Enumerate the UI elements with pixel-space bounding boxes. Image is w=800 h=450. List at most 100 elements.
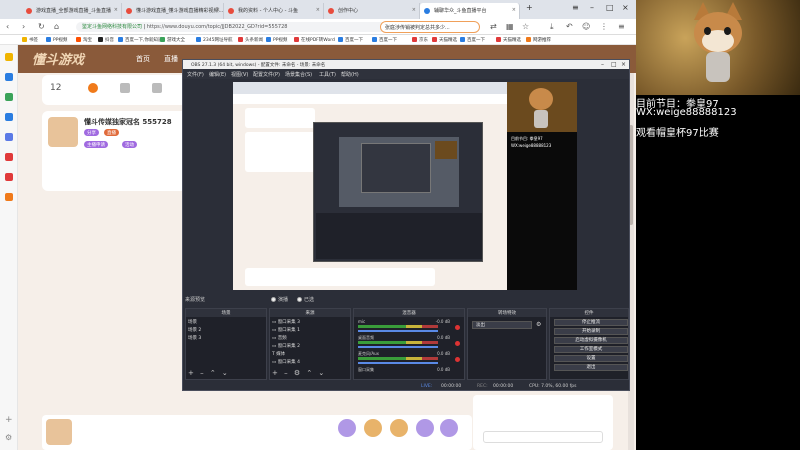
exit-button[interactable]: 退出 — [554, 364, 628, 371]
close-icon[interactable]: × — [114, 7, 118, 13]
bookmark-item[interactable]: 在线PDF转Word — [294, 37, 335, 43]
bookmark-item[interactable]: 淘宝 — [76, 37, 92, 43]
minimize-icon[interactable]: – — [601, 61, 604, 68]
bookmark-item[interactable]: 2345网址导航 — [196, 37, 232, 43]
mode-radio-selected[interactable]: 已选 — [297, 296, 314, 303]
bookmark-item[interactable]: 天猫精选 — [496, 37, 521, 43]
bookmark-item[interactable]: 抖音 — [98, 37, 114, 43]
source-controls[interactable]: + – ⚙ ⌃ ⌄ — [272, 369, 326, 377]
wechat-icon[interactable] — [5, 93, 13, 101]
share-icon[interactable] — [152, 83, 162, 93]
badge-apply[interactable]: 主播申请 — [84, 141, 108, 148]
mail-icon[interactable] — [5, 133, 13, 141]
obs-menu-item[interactable]: 编辑(E) — [209, 71, 226, 78]
obs-menu-item[interactable]: 帮助(H) — [341, 71, 359, 78]
source-item[interactable]: ▭ 音频 — [272, 335, 287, 341]
add-icon[interactable]: + — [5, 415, 13, 425]
bookmark-item[interactable]: 百度一下 — [460, 37, 485, 43]
game-icon[interactable] — [5, 113, 13, 121]
nav-live[interactable]: 直播 — [164, 54, 178, 64]
bookmark-item[interactable]: 百度一下 — [372, 37, 397, 43]
menu-icon[interactable]: ≡ — [572, 3, 579, 12]
shop-icon[interactable] — [5, 193, 13, 201]
reload-icon[interactable]: ↻ — [38, 22, 45, 31]
close-icon[interactable]: × — [412, 7, 416, 13]
obs-menu-item[interactable]: 场景集合(S) — [285, 71, 312, 78]
scene-item[interactable]: 场景 2 — [188, 327, 201, 333]
bookmark-item[interactable]: 头条新闻 — [238, 37, 263, 43]
mute-icon[interactable] — [455, 341, 460, 346]
obs-menu-item[interactable]: 配置文件(P) — [253, 71, 280, 78]
volume-slider[interactable] — [358, 330, 438, 332]
source-item[interactable]: ▭ 窗口采集 2 — [272, 343, 300, 349]
mute-icon[interactable] — [455, 325, 460, 330]
cloud-icon[interactable] — [5, 73, 13, 81]
gift-icon[interactable] — [120, 83, 130, 93]
volume-slider[interactable] — [358, 346, 438, 348]
bookmark-item[interactable]: 游戏大全 — [160, 37, 185, 43]
download-icon[interactable]: ⤓ — [550, 22, 554, 32]
obs-menu-item[interactable]: 工具(T) — [319, 71, 336, 78]
bookmark-item[interactable]: 百度一下,你就知道 — [118, 37, 162, 43]
tab-game-live[interactable]: 游戏直播_全部游戏直播_斗鱼直播 × — [22, 3, 122, 19]
close-icon[interactable]: × — [316, 7, 320, 13]
app-icon[interactable] — [5, 173, 13, 181]
gift-item[interactable] — [364, 419, 382, 437]
scene-controls[interactable]: + – ⌃ ⌄ — [188, 369, 230, 377]
badge-share[interactable]: 分享 — [84, 129, 99, 136]
start-recording-button[interactable]: 开始录制 — [554, 328, 628, 335]
new-tab-button[interactable]: + — [526, 3, 533, 12]
bookmark-item[interactable]: PP视频 — [46, 37, 67, 43]
transition-select[interactable]: 淡出 — [472, 321, 532, 329]
settings-button[interactable]: 设置 — [554, 355, 628, 362]
badge-live[interactable]: 直播 — [104, 129, 119, 136]
obs-preview[interactable]: 目前节目: 拳皇97 WX:weige88888123 — [233, 82, 577, 290]
tab-profile[interactable]: 我的资料 - 个人中心 - 斗鱼 × — [224, 3, 324, 19]
bookmark-item[interactable]: 京东 — [412, 37, 428, 43]
source-item[interactable]: ▭ 窗口采集 1 — [272, 327, 300, 333]
gear-icon[interactable]: ⚙ — [5, 433, 13, 442]
close-icon[interactable]: × — [216, 7, 220, 13]
obs-menu-item[interactable]: 视图(V) — [231, 71, 248, 78]
volume-slider[interactable] — [358, 362, 438, 364]
studio-mode-button[interactable]: 工作室模式 — [554, 346, 628, 353]
tab-creator-center[interactable]: 创作中心 × — [324, 3, 420, 19]
forward-icon[interactable]: › — [22, 22, 25, 31]
user-icon[interactable]: ☺ — [582, 22, 590, 31]
maximize-icon[interactable]: □ — [606, 3, 614, 12]
bookmark-item[interactable]: 网游推荐 — [526, 37, 551, 43]
settings-icon[interactable]: ≡ — [618, 22, 625, 31]
gear-icon[interactable]: ⚙ — [536, 321, 541, 328]
extensions-icon[interactable]: ▦ — [506, 22, 514, 31]
apps-icon[interactable]: ⋮ — [600, 22, 608, 31]
favorite-icon[interactable] — [5, 53, 13, 61]
obs-menu-item[interactable]: 文件(F) — [187, 71, 204, 78]
back-icon[interactable]: ‹ — [6, 22, 9, 31]
maximize-icon[interactable]: □ — [611, 61, 617, 68]
follow-icon[interactable] — [88, 83, 98, 93]
close-window-icon[interactable]: × — [622, 3, 629, 12]
bookmark-item[interactable]: 书签 — [22, 37, 38, 43]
nav-home[interactable]: 首页 — [136, 54, 150, 64]
stop-stream-button[interactable]: 停止推流 — [554, 319, 628, 326]
source-item[interactable]: T 媒体 — [272, 351, 285, 357]
virtual-camera-button[interactable]: 启动虚拟摄像机 — [554, 337, 628, 344]
bookmark-item[interactable]: 天猫精选 — [432, 37, 457, 43]
avatar[interactable] — [48, 117, 78, 147]
source-item[interactable]: ▭ 窗口采集 4 — [272, 359, 300, 365]
search-input[interactable]: 张庭涉传销被判定总共多少... — [380, 21, 480, 33]
bookmark-item[interactable]: 百度一下 — [338, 37, 363, 43]
bookmark-item[interactable]: PP视频 — [266, 37, 287, 43]
chat-input[interactable] — [483, 431, 603, 443]
gift-item[interactable] — [46, 419, 72, 445]
tab-active-room[interactable]: 辅聊华众_斗鱼直播平台 × — [420, 3, 520, 19]
tab-dongdou-live[interactable]: 懂斗游戏直播_懂斗游戏直播精彩视频... × — [122, 3, 224, 19]
close-icon[interactable]: × — [621, 61, 626, 68]
mode-radio-live[interactable]: 演播 — [271, 296, 288, 303]
gift-item[interactable] — [416, 419, 434, 437]
badge-event[interactable]: 活动 — [122, 141, 137, 148]
weibo-icon[interactable] — [5, 153, 13, 161]
minimize-icon[interactable]: – — [590, 3, 594, 12]
gift-item[interactable] — [390, 419, 408, 437]
star-icon[interactable]: ☆ — [522, 22, 529, 31]
